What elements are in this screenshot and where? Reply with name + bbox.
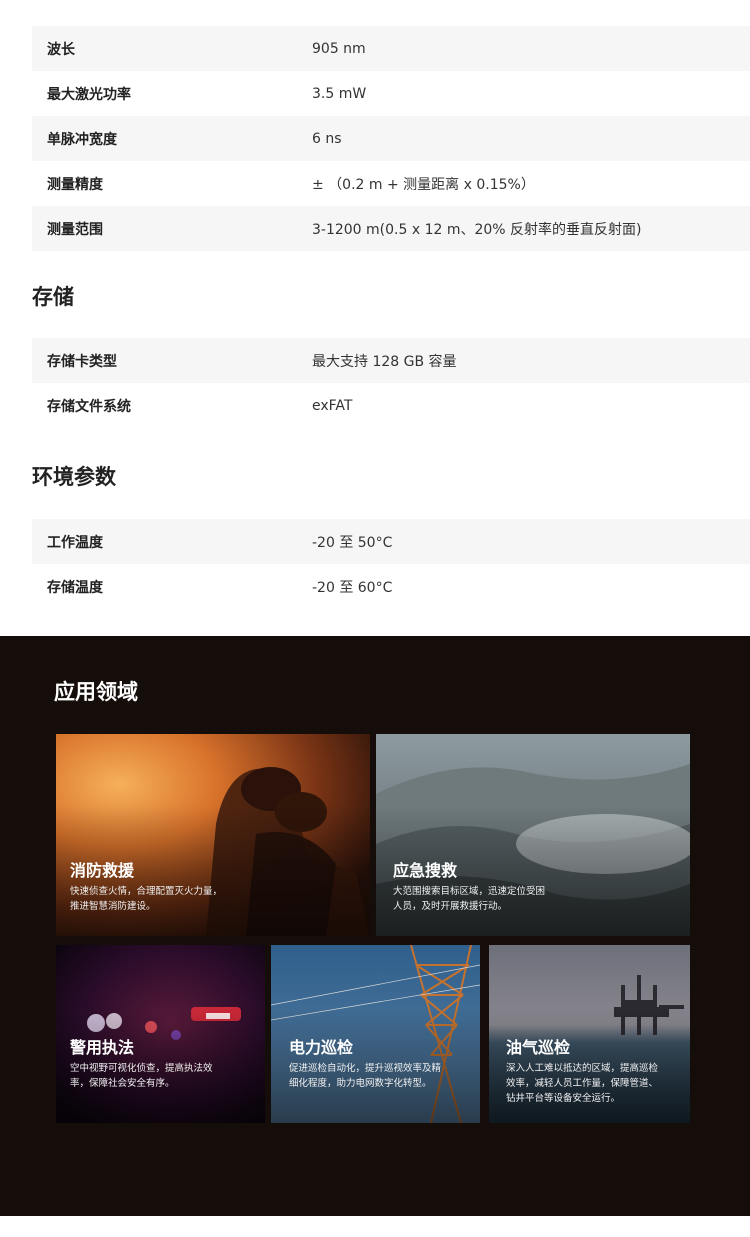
card-desc-line: 推进智慧消防建设。 xyxy=(70,901,156,912)
card-police[interactable]: 警用执法 空中视野可视化侦查，提高执法效 率，保障社会安全有序。 xyxy=(56,945,265,1123)
spec-label: 工作温度 xyxy=(47,534,103,551)
card-title: 电力巡检 xyxy=(289,1038,354,1057)
spec-value: exFAT xyxy=(312,397,353,414)
applications-section: 应用领域 消防救援 快速侦查火情，合理配置灭火力量， 推进智慧消防建设。 应急搜… xyxy=(0,636,750,1216)
spec-row-wavelength: 波长 905 nm xyxy=(32,26,750,71)
card-title: 油气巡检 xyxy=(506,1038,571,1057)
spec-value: 3-1200 m(0.5 x 12 m、20% 反射率的垂直反射面) xyxy=(312,221,642,238)
spec-value: 905 nm xyxy=(312,40,366,57)
card-desc-line: 大范围搜索目标区域，迅速定位受困 xyxy=(393,886,546,897)
applications-title: 应用领域 xyxy=(54,680,138,704)
card-desc-line: 钻井平台等设备安全运行。 xyxy=(506,1093,621,1104)
card-desc-line: 效率，减轻人员工作量，保障管道、 xyxy=(506,1078,659,1089)
card-title: 警用执法 xyxy=(70,1038,135,1057)
spec-row-pulse-width: 单脉冲宽度 6 ns xyxy=(32,116,750,161)
environment-section-title: 环境参数 xyxy=(32,465,116,489)
card-desc-line: 空中视野可视化侦查，提高执法效 xyxy=(70,1063,213,1074)
card-desc-line: 细化程度，助力电网数字化转型。 xyxy=(289,1078,432,1089)
card-description: 促进巡检自动化，提升巡视效率及精 细化程度，助力电网数字化转型。 xyxy=(289,1061,441,1091)
spec-row-accuracy: 测量精度 ± （0.2 m + 测量距离 x 0.15%） xyxy=(32,161,750,206)
spec-label: 最大激光功率 xyxy=(47,86,131,103)
card-description: 快速侦查火情，合理配置灭火力量， 推进智慧消防建设。 xyxy=(70,884,222,914)
card-desc-line: 人员，及时开展救援行动。 xyxy=(393,901,508,912)
spec-value: -20 至 50°C xyxy=(312,534,393,551)
card-description: 空中视野可视化侦查，提高执法效 率，保障社会安全有序。 xyxy=(70,1061,213,1091)
spec-label: 存储温度 xyxy=(47,579,103,596)
spec-label: 波长 xyxy=(47,41,75,58)
spec-label: 存储卡类型 xyxy=(47,353,117,370)
spec-value: ± （0.2 m + 测量距离 x 0.15%） xyxy=(312,176,535,193)
storage-section-title: 存储 xyxy=(32,285,74,309)
card-desc-line: 深入人工难以抵达的区域，提高巡检 xyxy=(506,1063,659,1074)
card-desc-line: 快速侦查火情，合理配置灭火力量， xyxy=(70,886,223,897)
spec-label: 测量精度 xyxy=(47,176,103,193)
storage-spec-table: 存储卡类型 最大支持 128 GB 容量 存储文件系统 exFAT xyxy=(32,338,750,428)
spec-value: 3.5 mW xyxy=(312,85,367,102)
page-bottom-margin xyxy=(0,1216,750,1237)
spec-label: 单脉冲宽度 xyxy=(47,131,117,148)
card-description: 深入人工难以抵达的区域，提高巡检 效率，减轻人员工作量，保障管道、 钻井平台等设… xyxy=(506,1061,658,1106)
card-firefighting[interactable]: 消防救援 快速侦查火情，合理配置灭火力量， 推进智慧消防建设。 xyxy=(56,734,370,936)
spec-row-card-type: 存储卡类型 最大支持 128 GB 容量 xyxy=(32,338,750,383)
spec-row-operating-temp: 工作温度 -20 至 50°C xyxy=(32,519,750,564)
spec-row-file-system: 存储文件系统 exFAT xyxy=(32,383,750,428)
spec-row-storage-temp: 存储温度 -20 至 60°C xyxy=(32,564,750,609)
card-oil-gas-inspection[interactable]: 油气巡检 深入人工难以抵达的区域，提高巡检 效率，减轻人员工作量，保障管道、 钻… xyxy=(489,945,690,1123)
laser-spec-table: 波长 905 nm 最大激光功率 3.5 mW 单脉冲宽度 6 ns 测量精度 … xyxy=(32,26,750,251)
spec-label: 测量范围 xyxy=(47,221,103,238)
card-emergency-search[interactable]: 应急搜救 大范围搜索目标区域，迅速定位受困 人员，及时开展救援行动。 xyxy=(376,734,690,936)
card-title: 消防救援 xyxy=(70,861,135,880)
card-power-inspection[interactable]: 电力巡检 促进巡检自动化，提升巡视效率及精 细化程度，助力电网数字化转型。 xyxy=(271,945,480,1123)
spec-row-range: 测量范围 3-1200 m(0.5 x 12 m、20% 反射率的垂直反射面) xyxy=(32,206,750,251)
spec-value: 最大支持 128 GB 容量 xyxy=(312,353,457,370)
card-desc-line: 率，保障社会安全有序。 xyxy=(70,1078,175,1089)
card-desc-line: 促进巡检自动化，提升巡视效率及精 xyxy=(289,1063,442,1074)
environment-spec-table: 工作温度 -20 至 50°C 存储温度 -20 至 60°C xyxy=(32,519,750,609)
card-title: 应急搜救 xyxy=(393,861,458,880)
spec-value: 6 ns xyxy=(312,130,342,147)
spec-row-max-laser-power: 最大激光功率 3.5 mW xyxy=(32,71,750,116)
spec-label: 存储文件系统 xyxy=(47,398,131,415)
card-description: 大范围搜索目标区域，迅速定位受困 人员，及时开展救援行动。 xyxy=(393,884,545,914)
spec-value: -20 至 60°C xyxy=(312,579,393,596)
